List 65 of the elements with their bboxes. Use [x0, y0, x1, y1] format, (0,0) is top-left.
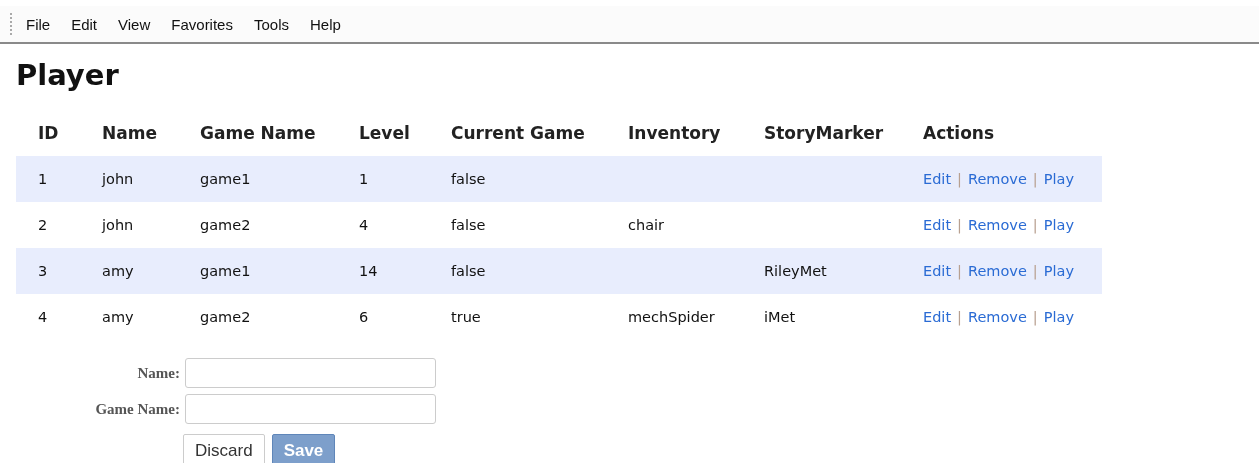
column-header: ID [38, 123, 59, 143]
table-cell: 6 [359, 309, 369, 325]
separator: | [1032, 217, 1038, 233]
input-field[interactable] [185, 394, 436, 424]
table-cell: true [451, 309, 481, 325]
table-cell: 1 [359, 171, 369, 187]
separator: | [957, 263, 962, 279]
table-cell: 1 [38, 171, 48, 187]
action-link[interactable]: Edit [923, 263, 952, 279]
table-cell: iMet [764, 309, 796, 325]
table-cell: game1 [200, 171, 251, 187]
table-cell: john [102, 171, 134, 187]
table-cell: 14 [359, 263, 378, 279]
column-header: Game Name [200, 123, 316, 143]
table-cell: 2 [38, 217, 48, 233]
table-cell: amy [102, 309, 134, 325]
table-cell: false [451, 263, 486, 279]
table-cell: RileyMet [764, 263, 827, 279]
field-label: Game Name: [95, 400, 180, 418]
table-cell: chair [628, 217, 665, 233]
separator: | [957, 217, 962, 233]
table-cell: false [451, 171, 486, 187]
menu-item[interactable]: Tools [253, 15, 289, 33]
table-cell: 3 [38, 263, 48, 279]
column-header: StoryMarker [764, 123, 884, 143]
save-button[interactable]: Save [271, 434, 336, 463]
table-cell: game1 [200, 263, 251, 279]
action-link[interactable]: Remove [968, 263, 1027, 279]
separator: | [1032, 171, 1038, 187]
action-link[interactable]: Play [1043, 217, 1074, 233]
table-cell: amy [102, 263, 134, 279]
table-cell: 4 [38, 309, 48, 325]
action-link[interactable]: Edit [923, 217, 952, 233]
discard-button[interactable]: Discard [183, 434, 265, 463]
column-header: Name [102, 123, 157, 143]
table-cell: game2 [200, 217, 251, 233]
action-link[interactable]: Play [1043, 171, 1074, 187]
table-cell: false [451, 217, 486, 233]
action-link[interactable]: Remove [968, 309, 1027, 325]
menu-item[interactable]: Help [310, 15, 341, 33]
action-link[interactable]: Remove [968, 171, 1027, 187]
input-field[interactable] [185, 358, 436, 388]
table-cell: john [102, 217, 134, 233]
page-title: Player [16, 58, 120, 92]
action-link[interactable]: Play [1043, 309, 1074, 325]
column-header: Current Game [451, 123, 585, 143]
separator: | [957, 309, 962, 325]
table-cell: game2 [200, 309, 251, 325]
menu-item[interactable]: Edit [71, 15, 98, 33]
column-header: Level [359, 123, 410, 143]
action-link[interactable]: Edit [923, 171, 952, 187]
table-cell: 4 [359, 217, 369, 233]
action-link[interactable]: Remove [968, 217, 1027, 233]
action-link[interactable]: Edit [923, 309, 952, 325]
menu-item[interactable]: File [26, 15, 51, 33]
action-link[interactable]: Play [1043, 263, 1074, 279]
menu-item[interactable]: View [118, 15, 151, 33]
menu-item[interactable]: Favorites [171, 15, 233, 33]
field-label: Name: [137, 364, 180, 382]
separator: | [1032, 309, 1038, 325]
column-header: Inventory [628, 123, 721, 143]
separator: | [1032, 263, 1038, 279]
column-header: Actions [923, 123, 995, 143]
table-cell: mechSpider [628, 309, 715, 325]
separator: | [957, 171, 962, 187]
